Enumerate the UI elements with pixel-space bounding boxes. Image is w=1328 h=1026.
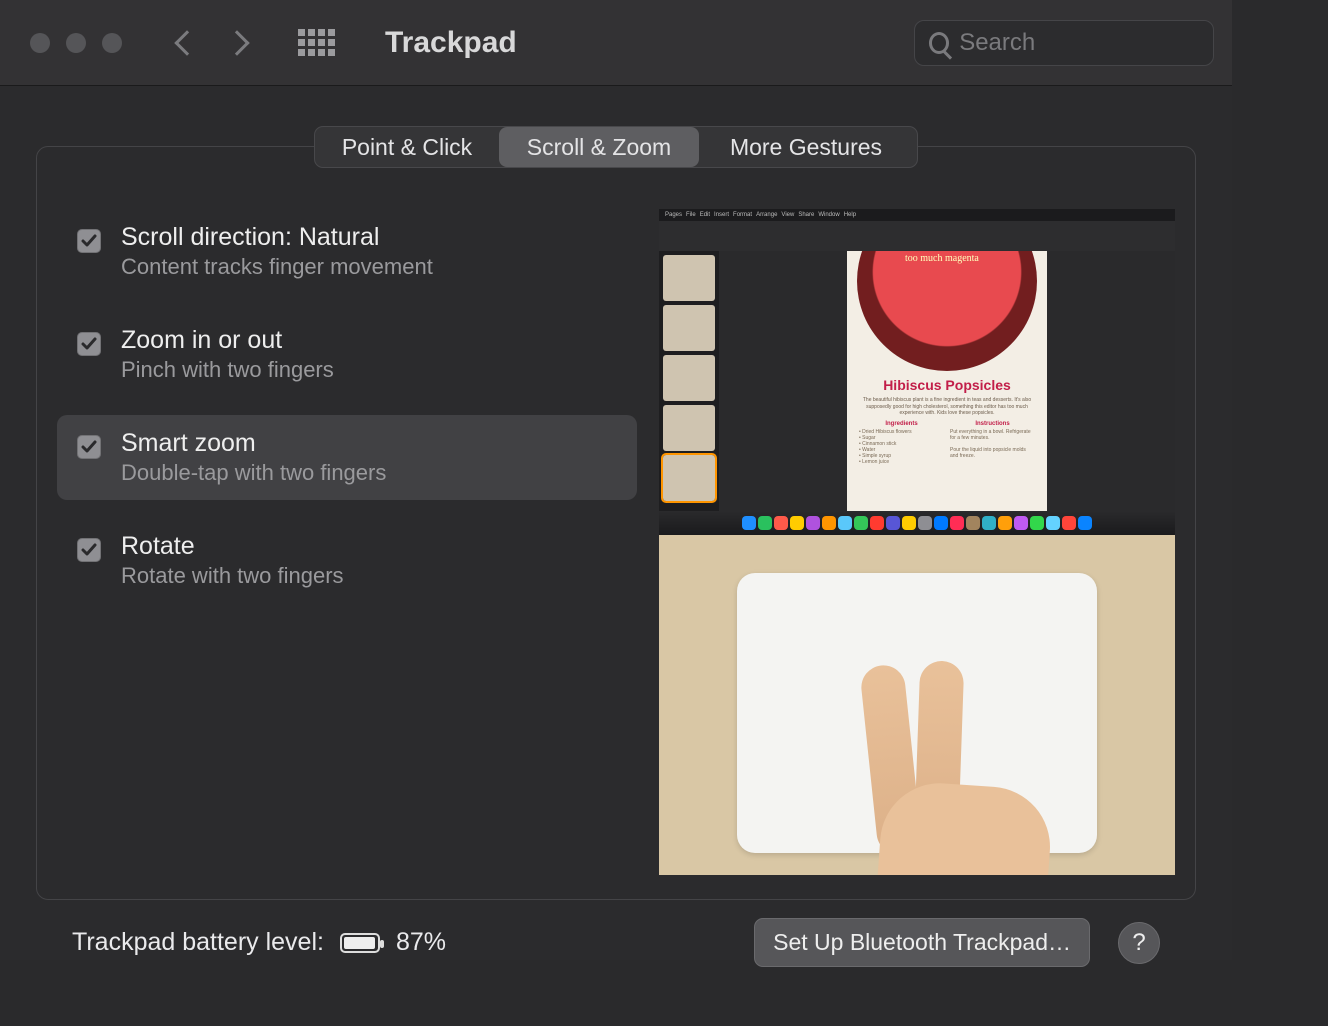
- preview-annotation: Adjust color?: [897, 251, 962, 252]
- minimize-window-button[interactable]: [66, 33, 86, 53]
- close-window-button[interactable]: [30, 33, 50, 53]
- tab-scroll-and-zoom[interactable]: Scroll & Zoom: [499, 127, 699, 167]
- tab-more-gestures[interactable]: More Gestures: [699, 127, 913, 167]
- preview-page-thumbnails: [659, 251, 719, 511]
- battery-percent: 87%: [396, 928, 446, 957]
- window-controls: [30, 33, 122, 53]
- zoom-window-button[interactable]: [102, 33, 122, 53]
- footer: Trackpad battery level: 87% Set Up Bluet…: [36, 900, 1196, 967]
- settings-panel: Scroll direction: Natural Content tracks…: [36, 146, 1196, 900]
- option-title: Rotate: [121, 532, 344, 561]
- smart-zoom-checkbox[interactable]: [77, 435, 101, 459]
- option-title: Smart zoom: [121, 429, 386, 458]
- search-field[interactable]: [914, 20, 1214, 66]
- tab-bar: Point & Click Scroll & Zoom More Gesture…: [314, 126, 918, 168]
- rotate-checkbox[interactable]: [77, 538, 101, 562]
- setup-bluetooth-trackpad-button[interactable]: Set Up Bluetooth Trackpad…: [754, 918, 1090, 967]
- back-button[interactable]: [174, 30, 199, 55]
- preview-screen: Pages File Edit Insert Format Arrange Vi…: [659, 209, 1175, 535]
- preview-recipe-title: Hibiscus Popsicles: [847, 377, 1047, 393]
- option-zoom-in-out[interactable]: Zoom in or out Pinch with two fingers: [57, 312, 637, 397]
- battery-level-label: Trackpad battery level:: [72, 928, 324, 957]
- search-input[interactable]: [959, 29, 1199, 57]
- titlebar: Trackpad: [0, 0, 1232, 86]
- option-title: Scroll direction: Natural: [121, 223, 433, 252]
- preview-trackpad: [659, 535, 1175, 875]
- show-all-prefs-button[interactable]: [298, 29, 335, 56]
- help-button[interactable]: ?: [1118, 922, 1160, 964]
- preview-document-page: Adjust color? too much magenta Hibiscus …: [847, 251, 1047, 511]
- option-subtitle: Pinch with two fingers: [121, 357, 334, 383]
- option-subtitle: Rotate with two fingers: [121, 563, 344, 589]
- preview-recipe-blurb: The beautiful hibiscus plant is a fine i…: [847, 393, 1047, 421]
- scroll-direction-checkbox[interactable]: [77, 229, 101, 253]
- zoom-checkbox[interactable]: [77, 332, 101, 356]
- option-rotate[interactable]: Rotate Rotate with two fingers: [57, 518, 637, 603]
- gesture-preview-video: Pages File Edit Insert Format Arrange Vi…: [659, 209, 1175, 875]
- option-title: Zoom in or out: [121, 326, 334, 355]
- search-icon: [929, 32, 949, 54]
- forward-button[interactable]: [224, 30, 249, 55]
- preview-dock: [659, 511, 1175, 535]
- option-smart-zoom[interactable]: Smart zoom Double-tap with two fingers: [57, 415, 637, 500]
- option-subtitle: Content tracks finger movement: [121, 254, 433, 280]
- battery-icon: [340, 933, 380, 953]
- window-title: Trackpad: [385, 26, 517, 60]
- preview-menubar: Pages File Edit Insert Format Arrange Vi…: [659, 209, 1175, 221]
- tab-point-and-click[interactable]: Point & Click: [315, 127, 499, 167]
- gesture-options-list: Scroll direction: Natural Content tracks…: [57, 209, 637, 875]
- preview-hand: [839, 675, 1039, 875]
- option-subtitle: Double-tap with two fingers: [121, 460, 386, 486]
- preview-annotation: too much magenta: [905, 253, 979, 264]
- preview-app-toolbar: [659, 221, 1175, 251]
- trackpad-preferences-window: Trackpad Point & Click Scroll & Zoom Mor…: [0, 0, 1232, 960]
- option-scroll-direction[interactable]: Scroll direction: Natural Content tracks…: [57, 209, 637, 294]
